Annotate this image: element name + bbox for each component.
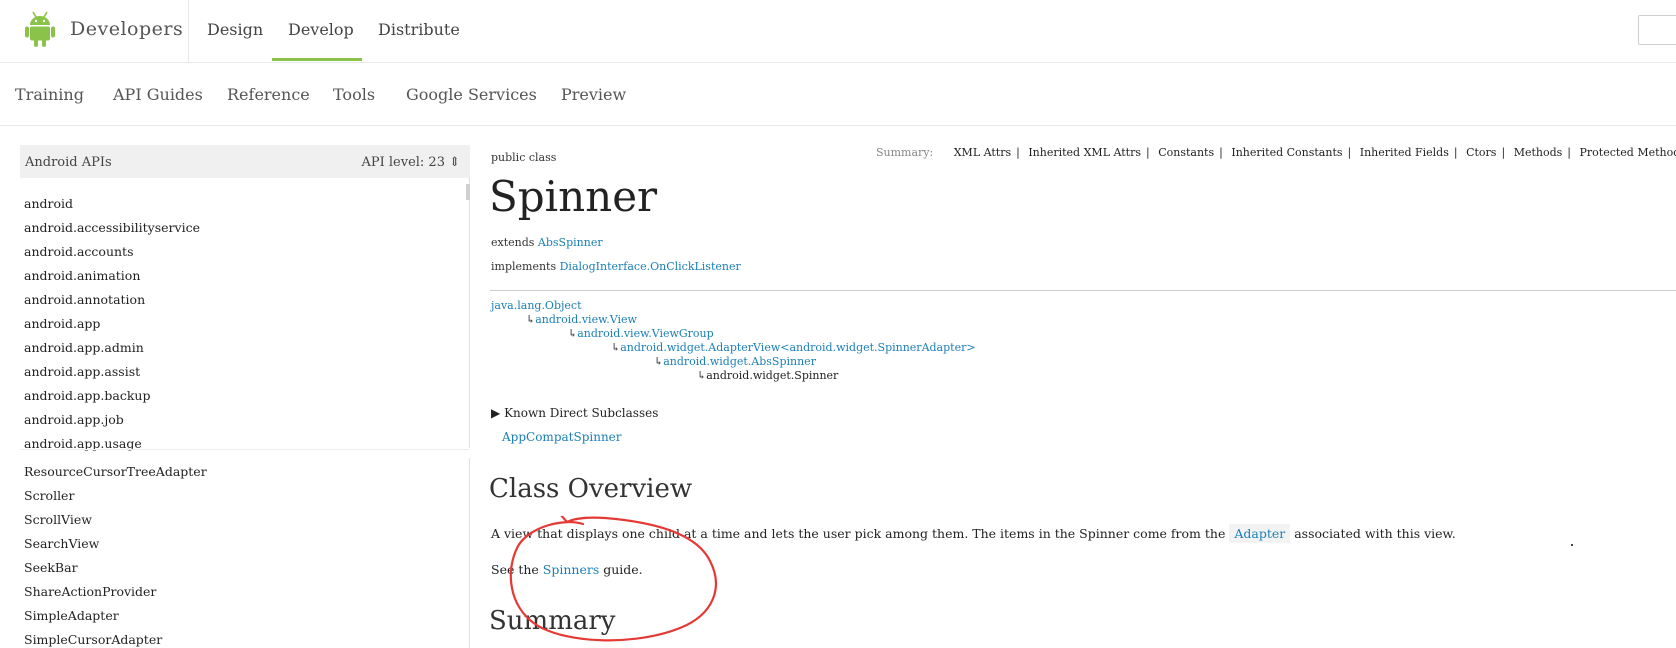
inheritance-link[interactable]: android.widget.AbsSpinner (663, 355, 816, 368)
class-item[interactable]: SearchView (24, 536, 99, 551)
sidebar-section-divider (20, 449, 470, 450)
class-item[interactable]: ResourceCursorTreeAdapter (24, 464, 207, 479)
extends-link[interactable]: AbsSpinner (538, 236, 603, 249)
section-title-overview: Class Overview (489, 474, 692, 504)
inheritance-arrow-icon: ↳ (568, 327, 577, 340)
tab-distribute[interactable]: Distribute (378, 20, 460, 39)
stray-dot (1571, 544, 1573, 546)
subclass-link[interactable]: AppCompatSpinner (502, 430, 622, 444)
class-item[interactable]: SimpleAdapter (24, 608, 119, 623)
package-item[interactable]: android.app.backup (24, 388, 151, 403)
section-divider (490, 290, 1676, 291)
known-subclasses-toggle[interactable]: ▶ Known Direct Subclasses (491, 406, 658, 420)
sidebar-title: Android APIs (25, 155, 112, 170)
inheritance-item: ↳android.widget.AdapterView<android.widg… (611, 341, 976, 354)
implements-label: implements (491, 260, 556, 273)
class-item[interactable]: Scroller (24, 488, 74, 503)
red-circle-annotation (505, 516, 725, 646)
summary-link-inherited-xml-attrs[interactable]: Inherited XML Attrs (1028, 146, 1141, 159)
tab-develop[interactable]: Develop (288, 20, 354, 39)
sub-navigation: Training API Guides Reference Tools Goog… (0, 63, 1676, 126)
package-item[interactable]: android.app.assist (24, 364, 140, 379)
inheritance-arrow-icon: ↳ (697, 369, 706, 382)
package-item[interactable]: android.accounts (24, 244, 134, 259)
inheritance-item: ↳android.view.ViewGroup (568, 327, 714, 340)
tab-design[interactable]: Design (207, 20, 263, 39)
implements-line: implements DialogInterface.OnClickListen… (491, 260, 741, 273)
class-item[interactable]: SimpleCursorAdapter (24, 632, 162, 647)
search-input[interactable] (1638, 15, 1676, 45)
adapter-link[interactable]: Adapter (1229, 524, 1290, 543)
inheritance-link[interactable]: android.view.ViewGroup (577, 327, 713, 340)
summary-link-inherited-constants[interactable]: Inherited Constants (1231, 146, 1342, 159)
inheritance-link[interactable]: android.view.View (535, 313, 637, 326)
class-item[interactable]: ScrollView (24, 512, 92, 527)
active-tab-indicator (272, 58, 362, 61)
inheritance-item: java.lang.Object (491, 299, 582, 312)
top-header: Developers Design Develop Distribute (0, 0, 1676, 63)
brand-name[interactable]: Developers (70, 18, 183, 40)
inheritance-link[interactable]: android.widget.AdapterView<android.widge… (620, 341, 975, 354)
summary-link-protected-methods[interactable]: Protected Methods (1580, 146, 1676, 159)
subnav-reference[interactable]: Reference (227, 85, 310, 104)
package-item[interactable]: android.accessibilityservice (24, 220, 200, 235)
summary-link-constants[interactable]: Constants (1158, 146, 1214, 159)
subnav-preview[interactable]: Preview (561, 85, 626, 104)
package-item[interactable]: android.annotation (24, 292, 145, 307)
header-divider (188, 0, 189, 62)
page-title: Spinner (489, 172, 657, 221)
summary-link-xml-attrs[interactable]: XML Attrs (954, 146, 1011, 159)
inheritance-current: android.widget.Spinner (706, 369, 838, 382)
package-item[interactable]: android.app.admin (24, 340, 144, 355)
summary-nav: Summary: XML Attrs| Inherited XML Attrs|… (876, 146, 1676, 159)
package-item[interactable]: android (24, 196, 73, 211)
inheritance-item: ↳android.view.View (526, 313, 637, 326)
extends-label: extends (491, 236, 534, 249)
sidebar-divider (469, 178, 470, 448)
android-robot-icon[interactable] (24, 10, 56, 48)
summary-link-methods[interactable]: Methods (1514, 146, 1563, 159)
inheritance-item: ↳android.widget.Spinner (697, 369, 838, 382)
class-item[interactable]: SeekBar (24, 560, 78, 575)
summary-label: Summary: (876, 146, 933, 159)
sidebar-header: Android APIs API level: 23 ⇕ (20, 145, 470, 178)
package-item[interactable]: android.animation (24, 268, 140, 283)
subnav-tools[interactable]: Tools (333, 85, 375, 104)
extends-line: extends AbsSpinner (491, 236, 603, 249)
overview-text-after: associated with this view. (1294, 526, 1456, 541)
api-level-select[interactable]: API level: 23 ⇕ (361, 155, 460, 170)
package-list-scrollbar[interactable] (466, 184, 470, 200)
package-item[interactable]: android.app (24, 316, 100, 331)
implements-link[interactable]: DialogInterface.OnClickListener (560, 260, 741, 273)
subnav-training[interactable]: Training (15, 85, 84, 104)
summary-link-inherited-fields[interactable]: Inherited Fields (1360, 146, 1449, 159)
inheritance-arrow-icon: ↳ (526, 313, 535, 326)
sidebar-divider (469, 458, 470, 648)
inheritance-arrow-icon: ↳ (654, 355, 663, 368)
summary-link-ctors[interactable]: Ctors (1466, 146, 1496, 159)
package-item[interactable]: android.app.job (24, 412, 124, 427)
inheritance-arrow-icon: ↳ (611, 341, 620, 354)
known-subclasses-label: Known Direct Subclasses (504, 406, 658, 420)
inheritance-link[interactable]: java.lang.Object (491, 299, 582, 312)
subnav-api-guides[interactable]: API Guides (113, 85, 203, 104)
subnav-google-services[interactable]: Google Services (406, 85, 537, 104)
class-modifier: public class (491, 151, 556, 164)
inheritance-item: ↳android.widget.AbsSpinner (654, 355, 816, 368)
class-item[interactable]: ShareActionProvider (24, 584, 156, 599)
triangle-right-icon: ▶ (491, 406, 500, 420)
